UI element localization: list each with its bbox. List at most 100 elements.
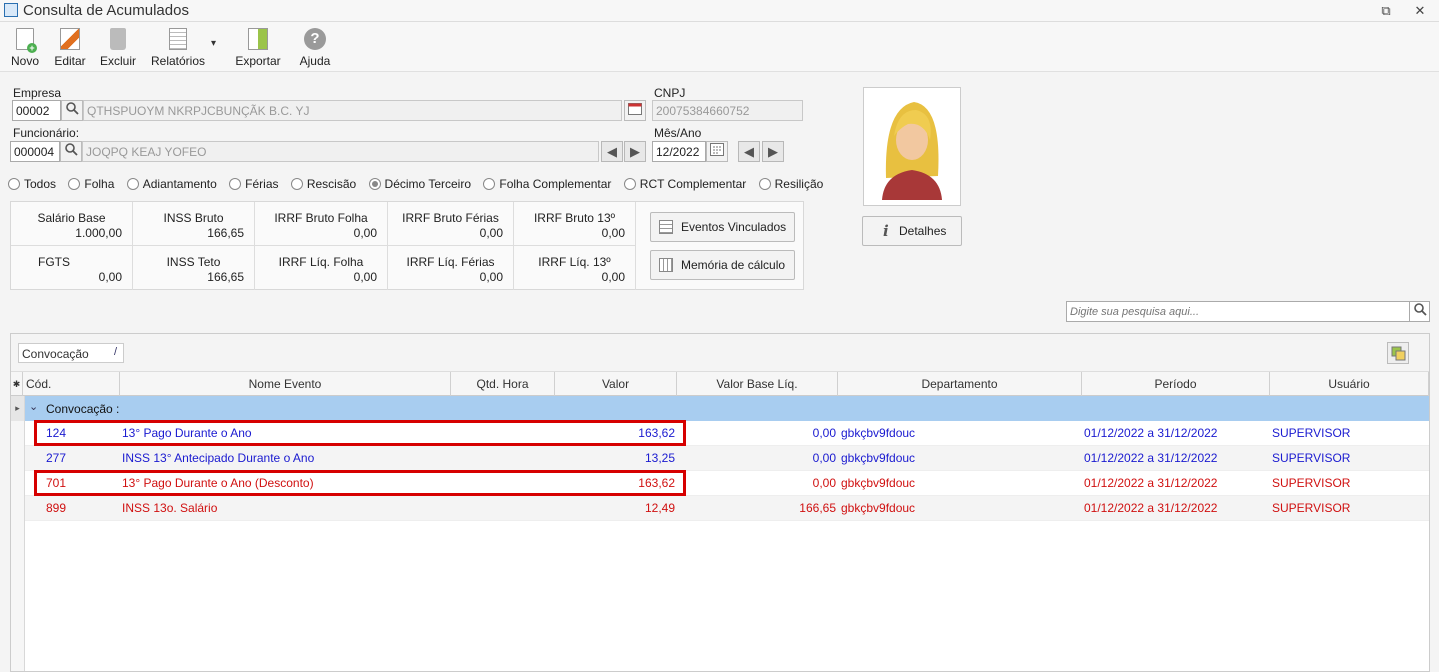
highlight-box-row-701 <box>34 470 686 496</box>
summary-cell: Salário Base 1.000,00 <box>11 202 133 246</box>
cell-periodo: 01/12/2022 a 31/12/2022 <box>1084 476 1218 490</box>
exportar-label: Exportar <box>235 54 281 68</box>
relatorios-label: Relatórios <box>150 54 206 68</box>
summary-value: 0,00 <box>479 226 503 240</box>
ajuda-button[interactable]: ? Ajuda <box>297 28 333 70</box>
cell-depto: gbkçbv9fdouc <box>841 451 916 465</box>
collapse-icon[interactable]: ⌄ <box>29 400 38 413</box>
close-window-icon[interactable]: ✕ <box>1410 2 1430 20</box>
radio-resilicao[interactable]: Resilição <box>758 177 823 191</box>
excluir-label: Excluir <box>100 54 137 68</box>
cell-periodo: 01/12/2022 a 31/12/2022 <box>1084 451 1218 465</box>
group-row-convocacao[interactable]: ▸ ⌄ Convocação : <box>11 396 1429 421</box>
search-icon <box>66 102 79 115</box>
memoria-calculo-button[interactable]: Memória de cálculo <box>650 250 795 280</box>
funcionario-code-input[interactable]: 000004 <box>10 141 60 162</box>
excluir-button[interactable]: Excluir <box>100 28 136 70</box>
editar-button[interactable]: Editar <box>53 28 87 70</box>
window-title: Consulta de Acumulados <box>23 2 189 19</box>
cell-base: 0,00 <box>812 476 836 490</box>
funcionario-search-button[interactable] <box>60 141 82 162</box>
events-grid: Convocação / ✱ Cód. Nome Evento Qtd. Hor… <box>10 333 1430 672</box>
cell-qtd <box>457 496 553 521</box>
search-input[interactable] <box>1066 301 1410 322</box>
radio-dot <box>623 177 636 190</box>
radio-decimo-terceiro[interactable]: Décimo Terceiro <box>368 176 472 191</box>
column-header-usuario[interactable]: Usuário <box>1270 372 1429 396</box>
group-by-convocacao[interactable]: Convocação / <box>18 343 124 363</box>
radio-adiantamento[interactable]: Adiantamento <box>126 176 217 191</box>
row-indicator-icon: ▸ <box>11 396 25 421</box>
mesano-input[interactable]: 12/2022 <box>652 141 706 162</box>
cell-depto: gbkçbv9fdouc <box>841 426 916 440</box>
detalhes-label: Detalhes <box>899 224 947 238</box>
column-header-cod[interactable]: Cód. <box>23 372 120 396</box>
restore-window-icon[interactable]: ⧉ <box>1376 2 1396 20</box>
column-header-valor-base[interactable]: Valor Base Líq. <box>677 372 838 396</box>
calculator-icon <box>659 258 673 272</box>
column-header-valor[interactable]: Valor <box>555 372 677 396</box>
export-icon <box>248 28 268 50</box>
eventos-vinculados-button[interactable]: Eventos Vinculados <box>650 212 795 242</box>
table-row[interactable]: 899 INSS 13o. Salário 12,49 166,65 gbkçb… <box>11 496 1429 521</box>
relatorios-dropdown-icon[interactable]: ▾ <box>211 38 216 49</box>
grid-corner-icon[interactable]: ✱ <box>11 372 23 396</box>
prev-funcionario-button[interactable]: ◀ <box>601 141 623 162</box>
summary-value: 0,00 <box>353 270 377 284</box>
summary-value: 1.000,00 <box>75 226 122 240</box>
group-row-label: Convocação : <box>46 402 120 416</box>
radio-folha[interactable]: Folha <box>68 177 114 191</box>
summary-label: IRRF Bruto Folha <box>274 211 368 225</box>
table-row[interactable]: 277 INSS 13° Antecipado Durante o Ano 13… <box>11 446 1429 471</box>
calendar-icon <box>710 143 724 156</box>
column-header-nome-evento[interactable]: Nome Evento <box>120 372 451 396</box>
search-button[interactable] <box>1409 301 1430 322</box>
trash-icon <box>110 28 126 50</box>
summary-cell: IRRF Bruto 13º 0,00 <box>514 202 636 246</box>
radio-folha-complementar[interactable]: Folha Complementar <box>483 177 611 191</box>
sort-icon: / <box>113 346 117 358</box>
prev-month-button[interactable]: ◀ <box>738 141 760 162</box>
grid-options-button[interactable] <box>1387 342 1409 364</box>
radio-label: Décimo Terceiro <box>384 176 472 191</box>
radio-label: Todos <box>24 176 57 191</box>
mesano-calendar-button[interactable] <box>706 141 728 162</box>
radio-label: Adiantamento <box>142 176 217 191</box>
column-header-periodo[interactable]: Período <box>1082 372 1270 396</box>
relatorios-button[interactable]: Relatórios <box>150 28 206 70</box>
next-funcionario-button[interactable]: ▶ <box>624 141 646 162</box>
cnpj-label: CNPJ <box>654 86 686 100</box>
empresa-calendar-button[interactable] <box>624 100 646 121</box>
summary-label: IRRF Líq. 13º <box>538 255 611 269</box>
cell-depto: gbkçbv9fdouc <box>841 476 916 490</box>
radio-ferias[interactable]: Férias <box>229 177 279 191</box>
radio-rct-complementar[interactable]: RCT Complementar <box>623 177 746 191</box>
next-month-button[interactable]: ▶ <box>762 141 784 162</box>
cell-depto: gbkçbv9fdouc <box>841 501 916 515</box>
search-icon <box>65 143 78 156</box>
detalhes-button[interactable]: i Detalhes <box>862 216 962 246</box>
row-indicator <box>11 471 25 496</box>
empresa-code-input[interactable]: 00002 <box>12 100 61 121</box>
cell-usuario: SUPERVISOR <box>1272 476 1351 490</box>
list-icon <box>659 220 673 234</box>
cell-cod: 277 <box>46 451 67 465</box>
column-header-qtd-hora[interactable]: Qtd. Hora <box>451 372 555 396</box>
novo-label: Novo <box>10 54 39 68</box>
cell-base: 0,00 <box>812 451 836 465</box>
exportar-button[interactable]: Exportar <box>234 28 282 70</box>
radio-dot <box>290 177 303 190</box>
editar-label: Editar <box>54 54 86 68</box>
cnpj-field: 20075384660752 <box>652 100 803 121</box>
radio-rescisao[interactable]: Rescisão <box>290 177 356 191</box>
memoria-calculo-label: Memória de cálculo <box>681 258 786 272</box>
radio-todos[interactable]: Todos <box>8 177 56 191</box>
column-header-departamento[interactable]: Departamento <box>838 372 1082 396</box>
radio-dot <box>8 177 20 190</box>
novo-button[interactable]: Novo <box>8 28 42 70</box>
avatar-icon <box>882 102 942 200</box>
summary-panel: Salário Base 1.000,00 INSS Bruto 166,65 IR… <box>10 201 804 290</box>
summary-cell: IRRF Bruto Folha 0,00 <box>255 202 388 246</box>
summary-label: IRRF Bruto Férias <box>402 211 499 225</box>
empresa-search-button[interactable] <box>61 100 83 121</box>
